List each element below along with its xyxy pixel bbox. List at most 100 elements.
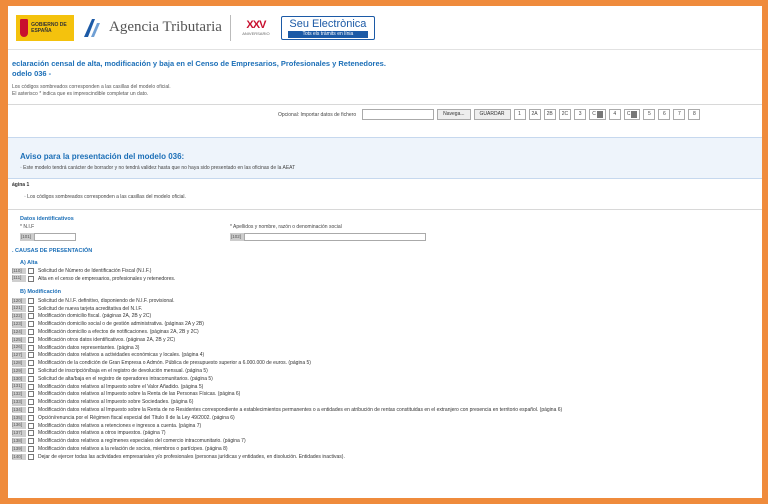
- nif-code: [101]: [20, 232, 34, 241]
- checkbox[interactable]: [28, 275, 34, 282]
- list-item: [123] Modificación domicilio social o de …: [12, 320, 562, 328]
- page-button-8[interactable]: 8: [688, 109, 701, 120]
- dropdown-arrow-icon: [631, 111, 638, 118]
- browse-button[interactable]: Navega...: [437, 109, 471, 120]
- page-button-2c[interactable]: 2C: [558, 109, 572, 120]
- nif-input[interactable]: [34, 232, 76, 241]
- item-code: [130]: [12, 375, 26, 383]
- item-text: Modificación datos relativos a la relaci…: [38, 446, 228, 453]
- alta-list: [110] Solicitud de Número de Identificaci…: [12, 267, 175, 283]
- nif-field: [101]: [20, 232, 76, 241]
- list-item: [140] Dejar de ejercer todas las activida…: [12, 453, 562, 461]
- gobierno-text: GOBIERNO DE ESPAÑA: [31, 21, 67, 34]
- aviso-panel: Aviso para la presentación del modelo 03…: [8, 137, 762, 179]
- pagina-note-text: Los códigos sombreados corresponden a la…: [27, 194, 186, 200]
- checkbox[interactable]: [28, 399, 34, 406]
- checkbox[interactable]: [28, 453, 34, 460]
- checkbox[interactable]: [28, 297, 34, 304]
- page-button-2a[interactable]: 2A: [528, 109, 541, 120]
- item-code: [132]: [12, 391, 26, 398]
- item-code: [128]: [12, 360, 26, 367]
- item-text: Modificación domicilio fiscal. (páginas …: [38, 313, 152, 320]
- list-item: [133] Modificación datos relativos al Imp…: [12, 398, 562, 406]
- page-button-6[interactable]: 6: [658, 109, 671, 120]
- page-button-2b[interactable]: 2B: [543, 109, 556, 120]
- save-button[interactable]: GUARDAR: [473, 109, 511, 120]
- pagina-note: ◦ Los códigos sombreados corresponden a …: [24, 194, 186, 200]
- item-code: [122]: [12, 313, 26, 320]
- name-label: * Apellidos y nombre, razón o denominaci…: [230, 224, 342, 230]
- checkbox[interactable]: [28, 414, 34, 421]
- item-text: Opción/renuncia por el Régimen fiscal es…: [38, 414, 235, 421]
- seu-electronica-logo[interactable]: Seu Electrònica Tots els tràmits en líni…: [280, 15, 375, 40]
- checkbox[interactable]: [28, 391, 34, 398]
- item-code: [134]: [12, 406, 26, 414]
- name-input[interactable]: [244, 232, 426, 241]
- anniversary-logo: XXV ANIVERSARIO: [239, 15, 273, 41]
- list-item: [134] Modificación datos relativos al Imp…: [12, 406, 562, 414]
- anniversary-label: ANIVERSARIO: [242, 30, 270, 36]
- checkbox[interactable]: [28, 344, 34, 351]
- checkbox[interactable]: [28, 267, 34, 274]
- checkbox[interactable]: [28, 352, 34, 359]
- checkbox[interactable]: [28, 368, 34, 375]
- item-text: Solicitud de inscripción/baja en el regi…: [38, 368, 208, 375]
- item-code: [111]: [12, 275, 26, 282]
- file-input[interactable]: [362, 109, 435, 120]
- aviso-text-content: Este modelo tendrá carácter de borrador …: [23, 165, 296, 171]
- list-item: [127] Modificación datos relativos a acti…: [12, 352, 562, 360]
- item-text: Solicitud de alta/baja en el registro de…: [38, 375, 213, 382]
- checkbox[interactable]: [28, 407, 34, 414]
- checkbox[interactable]: [28, 375, 34, 382]
- page-button-1[interactable]: 1: [513, 109, 526, 120]
- checkbox[interactable]: [28, 422, 34, 429]
- page-button-4[interactable]: 4: [608, 109, 621, 120]
- page-title-block: eclaración censal de alta, modificación …: [12, 59, 386, 79]
- coat-of-arms-icon: [20, 18, 29, 37]
- agencia-logo[interactable]: Agencia Tributaria: [82, 17, 222, 39]
- list-item: [129] Solicitud de inscripción/baja en el…: [12, 367, 562, 375]
- item-code: [133]: [12, 399, 26, 406]
- checkbox[interactable]: [28, 430, 34, 437]
- divider: [8, 209, 762, 210]
- page-select-c-1-label: C: [592, 111, 596, 117]
- checkbox[interactable]: [28, 336, 34, 343]
- item-code: [136]: [12, 422, 26, 429]
- page-button-3[interactable]: 3: [574, 109, 587, 120]
- checkbox[interactable]: [28, 438, 34, 445]
- item-text: Alta en el censo de empresarios, profesi…: [38, 275, 176, 282]
- page-button-7[interactable]: 7: [673, 109, 686, 120]
- causas-section-label: . CAUSAS DE PRESENTACIÓN: [12, 248, 93, 254]
- item-text: Modificación datos relativos al Impuesto…: [38, 399, 194, 406]
- checkbox[interactable]: [28, 321, 34, 328]
- checkbox[interactable]: [28, 329, 34, 336]
- page-subtitle: odelo 036 -: [12, 69, 52, 78]
- page-select-c-2[interactable]: C: [623, 109, 641, 120]
- agencia-mark-icon: [84, 18, 100, 37]
- seu-title: Seu Electrònica: [289, 17, 367, 30]
- site-header: GOBIERNO DE ESPAÑA Agencia Tributaria XX…: [8, 6, 762, 50]
- seu-subtitle: Tots els tràmits en línia: [287, 30, 368, 38]
- checkbox[interactable]: [28, 305, 34, 312]
- item-text: Solicitud de N.I.F. definitivo, disponie…: [38, 297, 175, 304]
- item-code: [123]: [12, 321, 26, 328]
- checkbox[interactable]: [28, 446, 34, 453]
- list-item: [110] Solicitud de Número de Identificaci…: [12, 267, 175, 275]
- gobierno-logo[interactable]: GOBIERNO DE ESPAÑA: [16, 14, 74, 41]
- list-item: [130] Solicitud de alta/baja en el regist…: [12, 375, 562, 383]
- checkbox[interactable]: [28, 313, 34, 320]
- item-text: Modificación datos relativos al Impuesto…: [38, 383, 204, 390]
- page-button-5[interactable]: 5: [643, 109, 656, 120]
- checkbox[interactable]: [28, 360, 34, 367]
- item-code: [110]: [12, 267, 26, 275]
- item-code: [120]: [12, 297, 26, 305]
- item-text: Modificación datos relativos a retencion…: [38, 422, 202, 429]
- item-text: Solicitud de nueva tarjeta acreditativa …: [38, 305, 143, 312]
- checkbox[interactable]: [28, 383, 34, 390]
- page-select-c-1[interactable]: C: [589, 109, 606, 120]
- item-text: Modificación datos relativos al Impuesto…: [38, 407, 563, 414]
- list-item: [122] Modificación domicilio fiscal. (pág…: [12, 313, 562, 321]
- divider: [8, 104, 762, 105]
- item-code: [125]: [12, 336, 26, 344]
- name-code: [102]: [230, 232, 244, 241]
